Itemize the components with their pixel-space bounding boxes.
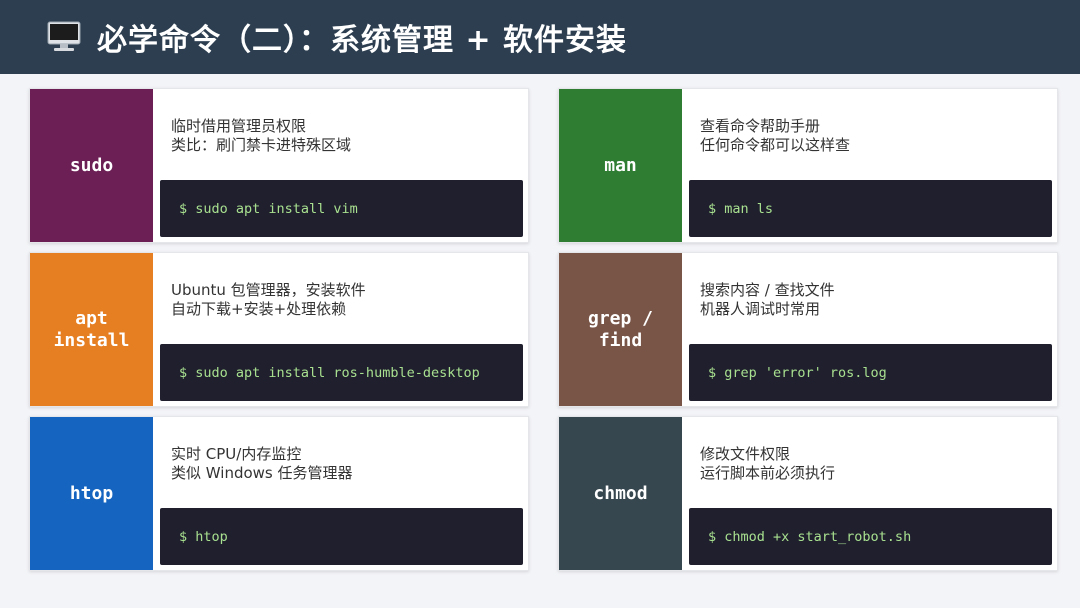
description-line: 修改文件权限	[700, 445, 791, 463]
command-label-block: man	[559, 89, 682, 242]
code-text: $ sudo apt install ros-humble-desktop	[179, 364, 480, 381]
command-description: 临时借用管理员权限 类比：刷门禁卡进特殊区域	[171, 117, 351, 155]
code-text: $ chmod +x start_robot.sh	[708, 528, 912, 545]
description-line: 实时 CPU/内存监控	[171, 445, 302, 463]
code-text: $ man ls	[708, 200, 774, 217]
description-line: 临时借用管理员权限	[171, 117, 307, 135]
code-example: $ htop	[160, 508, 523, 565]
command-name: htop	[69, 482, 114, 504]
command-description: 实时 CPU/内存监控 类似 Windows 任务管理器	[171, 445, 353, 483]
command-description: 查看命令帮助手册 任何命令都可以这样查	[700, 117, 850, 155]
command-card-htop: htop 实时 CPU/内存监控 类似 Windows 任务管理器 $ htop	[29, 416, 529, 571]
code-example: $ man ls	[689, 180, 1052, 237]
command-name: apt install	[53, 307, 130, 351]
header-bar: 必学命令（二）：系统管理 + 软件安装	[0, 0, 1080, 74]
command-card-man: man 查看命令帮助手册 任何命令都可以这样查 $ man ls	[558, 88, 1058, 243]
command-name: sudo	[69, 154, 114, 176]
command-label-block: htop	[30, 417, 153, 570]
command-name: man	[604, 154, 637, 176]
description-line: 类比：刷门禁卡进特殊区域	[171, 136, 352, 154]
command-description: Ubuntu 包管理器，安装软件 自动下载+安装+处理依赖	[171, 281, 366, 319]
command-label-block: grep / find	[559, 253, 682, 406]
description-line: 任何命令都可以这样查	[700, 136, 851, 154]
code-example: $ sudo apt install vim	[160, 180, 523, 237]
page-title: 必学命令（二）：系统管理 + 软件安装	[97, 23, 628, 58]
description-line: 查看命令帮助手册	[700, 117, 821, 135]
code-example: $ grep 'error' ros.log	[689, 344, 1052, 401]
code-text: $ sudo apt install vim	[179, 200, 358, 217]
command-card-apt-install: apt install Ubuntu 包管理器，安装软件 自动下载+安装+处理依…	[29, 252, 529, 407]
description-line: 类似 Windows 任务管理器	[171, 464, 353, 482]
description-line: Ubuntu 包管理器，安装软件	[171, 281, 366, 299]
command-card-sudo: sudo 临时借用管理员权限 类比：刷门禁卡进特殊区域 $ sudo apt i…	[29, 88, 529, 243]
command-label-block: apt install	[30, 253, 153, 406]
code-text: $ grep 'error' ros.log	[708, 364, 887, 381]
desktop-computer-icon	[47, 21, 81, 53]
code-example: $ chmod +x start_robot.sh	[689, 508, 1052, 565]
command-card-chmod: chmod 修改文件权限 运行脚本前必须执行 $ chmod +x start_…	[558, 416, 1058, 571]
description-line: 机器人调试时常用	[700, 300, 821, 318]
description-line: 运行脚本前必须执行	[700, 464, 836, 482]
command-description: 修改文件权限 运行脚本前必须执行	[700, 445, 835, 483]
code-text: $ htop	[179, 528, 228, 545]
command-description: 搜索内容 / 查找文件 机器人调试时常用	[700, 281, 835, 319]
description-line: 搜索内容 / 查找文件	[700, 281, 835, 299]
command-name: grep / find	[587, 307, 654, 351]
command-card-grep-find: grep / find 搜索内容 / 查找文件 机器人调试时常用 $ grep …	[558, 252, 1058, 407]
command-name: chmod	[593, 482, 648, 504]
code-example: $ sudo apt install ros-humble-desktop	[160, 344, 523, 401]
command-label-block: chmod	[559, 417, 682, 570]
command-label-block: sudo	[30, 89, 153, 242]
description-line: 自动下载+安装+处理依赖	[171, 300, 347, 318]
